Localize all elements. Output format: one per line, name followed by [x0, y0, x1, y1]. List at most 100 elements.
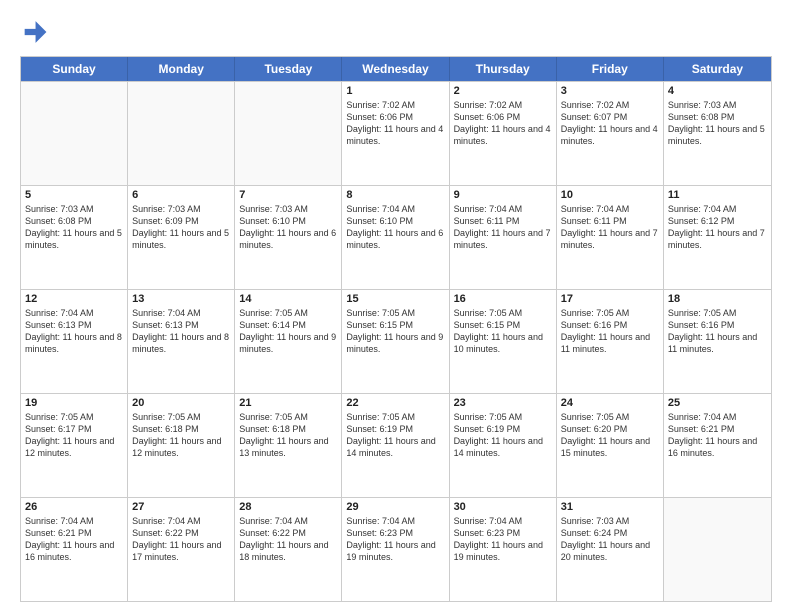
- calendar-cell: 11Sunrise: 7:04 AM Sunset: 6:12 PM Dayli…: [664, 186, 771, 289]
- day-number: 27: [132, 501, 230, 513]
- day-info: Sunrise: 7:05 AM Sunset: 6:16 PM Dayligh…: [668, 307, 767, 356]
- day-number: 31: [561, 501, 659, 513]
- day-info: Sunrise: 7:04 AM Sunset: 6:23 PM Dayligh…: [346, 515, 444, 564]
- calendar-cell: 26 Sunrise: 7:04 AM Sunset: 6:21 PM Dayli…: [21, 498, 128, 601]
- day-info: Sunrise: 7:03 AM Sunset: 6:08 PM Dayligh…: [668, 99, 767, 148]
- day-number: 6: [132, 189, 230, 201]
- day-number: 19: [25, 397, 123, 409]
- day-info: Sunrise: 7:04 AM Sunset: 6:23 PM Dayligh…: [454, 515, 552, 564]
- weekday-header-sunday: Sunday: [21, 57, 128, 81]
- day-number: 15: [346, 293, 444, 305]
- calendar-cell: 24 Sunrise: 7:05 AM Sunset: 6:20 PM Dayli…: [557, 394, 664, 497]
- day-number: 24: [561, 397, 659, 409]
- calendar-body: 1 Sunrise: 7:02 AM Sunset: 6:06 PM Daylig…: [21, 81, 771, 601]
- calendar-cell: 7Sunrise: 7:03 AM Sunset: 6:10 PM Daylig…: [235, 186, 342, 289]
- calendar: SundayMondayTuesdayWednesdayThursdayFrid…: [20, 56, 772, 602]
- calendar-cell: 14 Sunrise: 7:05 AM Sunset: 6:14 PM Dayli…: [235, 290, 342, 393]
- calendar-row-2: 12Sunrise: 7:04 AM Sunset: 6:13 PM Dayli…: [21, 289, 771, 393]
- day-info: Sunrise: 7:04 AM Sunset: 6:21 PM Dayligh…: [668, 411, 767, 460]
- calendar-cell: 27 Sunrise: 7:04 AM Sunset: 6:22 PM Dayli…: [128, 498, 235, 601]
- day-number: 29: [346, 501, 444, 513]
- calendar-cell: [235, 82, 342, 185]
- day-info: Sunrise: 7:03 AM Sunset: 6:10 PM Dayligh…: [239, 203, 337, 252]
- day-number: 30: [454, 501, 552, 513]
- day-number: 28: [239, 501, 337, 513]
- weekday-header-monday: Monday: [128, 57, 235, 81]
- day-number: 8: [346, 189, 444, 201]
- calendar-cell: 17 Sunrise: 7:05 AM Sunset: 6:16 PM Dayli…: [557, 290, 664, 393]
- day-number: 26: [25, 501, 123, 513]
- day-number: 21: [239, 397, 337, 409]
- day-info: Sunrise: 7:03 AM Sunset: 6:08 PM Dayligh…: [25, 203, 123, 252]
- calendar-cell: 5 Sunrise: 7:03 AM Sunset: 6:08 PM Daylig…: [21, 186, 128, 289]
- calendar-cell: 18 Sunrise: 7:05 AM Sunset: 6:16 PM Dayli…: [664, 290, 771, 393]
- weekday-header-tuesday: Tuesday: [235, 57, 342, 81]
- day-info: Sunrise: 7:04 AM Sunset: 6:13 PM Dayligh…: [132, 307, 230, 356]
- calendar-cell: 4 Sunrise: 7:03 AM Sunset: 6:08 PM Daylig…: [664, 82, 771, 185]
- day-number: 2: [454, 85, 552, 97]
- calendar-cell: 22 Sunrise: 7:05 AM Sunset: 6:19 PM Dayli…: [342, 394, 449, 497]
- calendar-cell: 29 Sunrise: 7:04 AM Sunset: 6:23 PM Dayli…: [342, 498, 449, 601]
- day-info: Sunrise: 7:05 AM Sunset: 6:19 PM Dayligh…: [346, 411, 444, 460]
- day-info: Sunrise: 7:05 AM Sunset: 6:18 PM Dayligh…: [239, 411, 337, 460]
- day-info: Sunrise: 7:05 AM Sunset: 6:20 PM Dayligh…: [561, 411, 659, 460]
- day-info: Sunrise: 7:03 AM Sunset: 6:09 PM Dayligh…: [132, 203, 230, 252]
- calendar-cell: 16 Sunrise: 7:05 AM Sunset: 6:15 PM Dayli…: [450, 290, 557, 393]
- day-info: Sunrise: 7:05 AM Sunset: 6:15 PM Dayligh…: [454, 307, 552, 356]
- day-number: 4: [668, 85, 767, 97]
- day-info: Sunrise: 7:04 AM Sunset: 6:13 PM Dayligh…: [25, 307, 123, 356]
- day-info: Sunrise: 7:05 AM Sunset: 6:18 PM Dayligh…: [132, 411, 230, 460]
- day-info: Sunrise: 7:04 AM Sunset: 6:22 PM Dayligh…: [239, 515, 337, 564]
- day-info: Sunrise: 7:02 AM Sunset: 6:06 PM Dayligh…: [346, 99, 444, 148]
- day-number: 18: [668, 293, 767, 305]
- day-number: 5: [25, 189, 123, 201]
- page: SundayMondayTuesdayWednesdayThursdayFrid…: [0, 0, 792, 612]
- day-number: 10: [561, 189, 659, 201]
- calendar-cell: 6 Sunrise: 7:03 AM Sunset: 6:09 PM Daylig…: [128, 186, 235, 289]
- day-info: Sunrise: 7:04 AM Sunset: 6:22 PM Dayligh…: [132, 515, 230, 564]
- day-number: 20: [132, 397, 230, 409]
- weekday-header-saturday: Saturday: [664, 57, 771, 81]
- day-number: 16: [454, 293, 552, 305]
- day-number: 14: [239, 293, 337, 305]
- day-info: Sunrise: 7:02 AM Sunset: 6:07 PM Dayligh…: [561, 99, 659, 148]
- calendar-cell: 10 Sunrise: 7:04 AM Sunset: 6:11 PM Dayli…: [557, 186, 664, 289]
- calendar-cell: 21 Sunrise: 7:05 AM Sunset: 6:18 PM Dayli…: [235, 394, 342, 497]
- calendar-cell: 20 Sunrise: 7:05 AM Sunset: 6:18 PM Dayli…: [128, 394, 235, 497]
- calendar-header: SundayMondayTuesdayWednesdayThursdayFrid…: [21, 57, 771, 81]
- day-info: Sunrise: 7:04 AM Sunset: 6:21 PM Dayligh…: [25, 515, 123, 564]
- calendar-cell: 23 Sunrise: 7:05 AM Sunset: 6:19 PM Dayli…: [450, 394, 557, 497]
- calendar-cell: 30 Sunrise: 7:04 AM Sunset: 6:23 PM Dayli…: [450, 498, 557, 601]
- day-number: 3: [561, 85, 659, 97]
- weekday-header-thursday: Thursday: [450, 57, 557, 81]
- day-info: Sunrise: 7:05 AM Sunset: 6:16 PM Dayligh…: [561, 307, 659, 356]
- day-info: Sunrise: 7:04 AM Sunset: 6:11 PM Dayligh…: [561, 203, 659, 252]
- calendar-cell: 9 Sunrise: 7:04 AM Sunset: 6:11 PM Daylig…: [450, 186, 557, 289]
- calendar-cell: 19Sunrise: 7:05 AM Sunset: 6:17 PM Dayli…: [21, 394, 128, 497]
- calendar-row-4: 26 Sunrise: 7:04 AM Sunset: 6:21 PM Dayli…: [21, 497, 771, 601]
- day-number: 9: [454, 189, 552, 201]
- day-info: Sunrise: 7:05 AM Sunset: 6:19 PM Dayligh…: [454, 411, 552, 460]
- day-info: Sunrise: 7:04 AM Sunset: 6:12 PM Dayligh…: [668, 203, 767, 252]
- calendar-cell: [21, 82, 128, 185]
- calendar-cell: 31 Sunrise: 7:03 AM Sunset: 6:24 PM Dayli…: [557, 498, 664, 601]
- calendar-cell: 15Sunrise: 7:05 AM Sunset: 6:15 PM Dayli…: [342, 290, 449, 393]
- calendar-cell: 8Sunrise: 7:04 AM Sunset: 6:10 PM Daylig…: [342, 186, 449, 289]
- logo: [20, 18, 52, 46]
- calendar-row-3: 19Sunrise: 7:05 AM Sunset: 6:17 PM Dayli…: [21, 393, 771, 497]
- day-info: Sunrise: 7:04 AM Sunset: 6:11 PM Dayligh…: [454, 203, 552, 252]
- day-info: Sunrise: 7:05 AM Sunset: 6:14 PM Dayligh…: [239, 307, 337, 356]
- logo-icon: [20, 18, 48, 46]
- calendar-cell: 13 Sunrise: 7:04 AM Sunset: 6:13 PM Dayli…: [128, 290, 235, 393]
- calendar-row-1: 5 Sunrise: 7:03 AM Sunset: 6:08 PM Daylig…: [21, 185, 771, 289]
- day-number: 13: [132, 293, 230, 305]
- day-info: Sunrise: 7:02 AM Sunset: 6:06 PM Dayligh…: [454, 99, 552, 148]
- day-number: 23: [454, 397, 552, 409]
- day-info: Sunrise: 7:03 AM Sunset: 6:24 PM Dayligh…: [561, 515, 659, 564]
- day-number: 25: [668, 397, 767, 409]
- day-number: 22: [346, 397, 444, 409]
- calendar-cell: 12Sunrise: 7:04 AM Sunset: 6:13 PM Dayli…: [21, 290, 128, 393]
- header: [20, 18, 772, 46]
- day-number: 1: [346, 85, 444, 97]
- day-number: 17: [561, 293, 659, 305]
